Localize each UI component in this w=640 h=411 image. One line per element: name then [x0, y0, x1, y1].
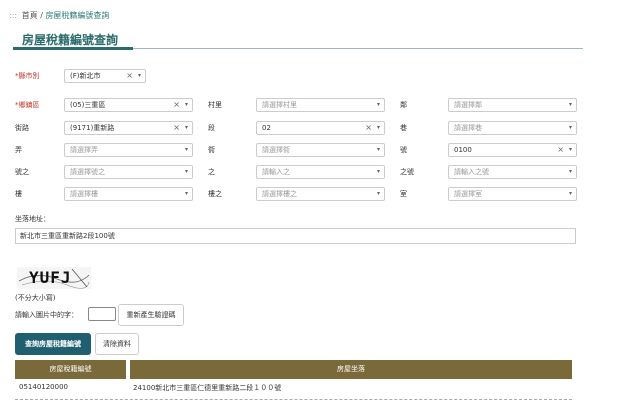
- chevron-down-icon: ▾: [568, 190, 572, 197]
- table-cell-location: 24100新北市三重區仁德里重新路二段１００號: [133, 384, 282, 392]
- village-select[interactable]: 請選擇村里 ▾: [256, 98, 385, 112]
- chevron-down-icon: ▾: [184, 146, 188, 153]
- neighborhood-label: 鄰: [400, 101, 407, 109]
- number-of-label: 號之: [15, 168, 29, 176]
- number-value: 0100: [454, 146, 472, 154]
- lane-placeholder: 請選擇巷: [454, 124, 482, 132]
- address-field[interactable]: 新北市三重區重新路2段100號: [15, 228, 576, 244]
- table-cell-id: 05140120000: [19, 383, 68, 391]
- chevron-down-icon: ▾: [568, 168, 572, 175]
- chevron-down-icon: ▾: [568, 124, 572, 131]
- alley-label: 弄: [15, 146, 22, 154]
- table-header-location: 房屋坐落: [130, 360, 572, 379]
- floor-of-placeholder: 請選擇樓之: [262, 190, 297, 198]
- section-value: 02: [262, 124, 271, 132]
- chevron-down-icon: ▾: [184, 168, 188, 175]
- of-number-label: 之號: [400, 168, 414, 176]
- clear-icon[interactable]: ×: [126, 70, 133, 82]
- chevron-down-icon: ▾: [376, 101, 380, 108]
- captcha-text: YUFJ: [29, 268, 72, 287]
- number-of-select[interactable]: 請選擇號之 ▾: [64, 165, 193, 179]
- breadcrumb-dots: :::: [9, 11, 18, 20]
- breadcrumb-home-link[interactable]: 首頁: [22, 11, 38, 20]
- captcha-case-note: (不分大小寫): [15, 294, 56, 302]
- lane-label: 巷: [400, 124, 407, 132]
- number-of-placeholder: 請選擇號之: [70, 168, 105, 176]
- clear-button[interactable]: 清除資料: [95, 333, 139, 355]
- room-label: 室: [400, 190, 407, 198]
- district-value: (05)三重區: [70, 101, 106, 109]
- number-select[interactable]: 0100 × ▾: [448, 143, 577, 157]
- lane-select[interactable]: 請選擇巷 ▾: [448, 121, 577, 135]
- alley-select[interactable]: 請選擇弄 ▾: [64, 143, 193, 157]
- captcha-image: YUFJ: [17, 267, 91, 289]
- captcha-input[interactable]: [88, 307, 116, 321]
- district-select[interactable]: (05)三重區 × ▾: [64, 98, 193, 112]
- floor-of-select[interactable]: 請選擇樓之 ▾: [256, 187, 385, 201]
- village-placeholder: 請選擇村里: [262, 101, 297, 109]
- road-label: 街路: [15, 124, 29, 132]
- alley-placeholder: 請選擇弄: [70, 146, 98, 154]
- chevron-down-icon: ▾: [376, 190, 380, 197]
- city-value: (F)新北市: [70, 72, 101, 80]
- clear-icon[interactable]: ×: [557, 144, 564, 156]
- of-select[interactable]: 請輸入之 ▾: [256, 165, 385, 179]
- chevron-down-icon: ▾: [184, 101, 188, 108]
- room-select[interactable]: 請選擇室 ▾: [448, 187, 577, 201]
- neighborhood-select[interactable]: 請選擇鄰 ▾: [448, 98, 577, 112]
- page-title: 房屋稅籍編號查詢: [22, 33, 119, 47]
- section-select[interactable]: 02 × ▾: [256, 121, 385, 135]
- breadcrumb: ::: 首頁 / 房屋稅籍編號查詢: [9, 10, 109, 21]
- regenerate-captcha-button[interactable]: 重新產生驗證碼: [118, 304, 184, 326]
- breadcrumb-separator: /: [40, 11, 43, 20]
- of-number-placeholder: 請輸入之號: [454, 168, 489, 176]
- floor-label: 樓: [15, 190, 22, 198]
- road-select[interactable]: (9171)重新路 × ▾: [64, 121, 193, 135]
- chevron-down-icon: ▾: [184, 124, 188, 131]
- chevron-down-icon: ▾: [376, 146, 380, 153]
- section-label: 段: [208, 124, 215, 132]
- breadcrumb-current: 房屋稅籍編號查詢: [45, 11, 110, 20]
- chevron-down-icon: ▾: [376, 168, 380, 175]
- table-header-id: 房屋稅籍編號: [15, 360, 126, 379]
- title-accent-bar: [13, 47, 133, 50]
- street-sub-placeholder: 請選擇衖: [262, 146, 290, 154]
- district-label: *鄉鎮區: [15, 101, 40, 109]
- neighborhood-placeholder: 請選擇鄰: [454, 101, 482, 109]
- clear-icon[interactable]: ×: [173, 122, 180, 134]
- chevron-down-icon: ▾: [568, 101, 572, 108]
- floor-select[interactable]: 請選擇樓 ▾: [64, 187, 193, 201]
- chevron-down-icon: ▾: [184, 190, 188, 197]
- address-label: 坐落地址：: [15, 215, 50, 223]
- road-value: (9171)重新路: [70, 124, 115, 132]
- table-row-divider: [15, 399, 572, 400]
- of-number-select[interactable]: 請輸入之號 ▾: [448, 165, 577, 179]
- city-select[interactable]: (F)新北市 × ▾: [64, 69, 146, 83]
- clear-icon[interactable]: ×: [365, 122, 372, 134]
- village-label: 村里: [208, 101, 222, 109]
- chevron-down-icon: ▾: [568, 146, 572, 153]
- floor-placeholder: 請選擇樓: [70, 190, 98, 198]
- room-placeholder: 請選擇室: [454, 190, 482, 198]
- street-sub-label: 衖: [208, 146, 215, 154]
- street-sub-select[interactable]: 請選擇衖 ▾: [256, 143, 385, 157]
- chevron-down-icon: ▾: [137, 72, 141, 79]
- chevron-down-icon: ▾: [376, 124, 380, 131]
- captcha-prompt: 請輸入圖片中的字：: [15, 311, 78, 319]
- of-label: 之: [208, 168, 215, 176]
- floor-of-label: 樓之: [208, 190, 222, 198]
- query-button[interactable]: 查詢房屋稅籍編號: [15, 333, 91, 355]
- of-placeholder: 請輸入之: [262, 168, 290, 176]
- clear-icon[interactable]: ×: [173, 99, 180, 111]
- city-label: *縣市別: [15, 72, 40, 80]
- number-label: 號: [400, 146, 407, 154]
